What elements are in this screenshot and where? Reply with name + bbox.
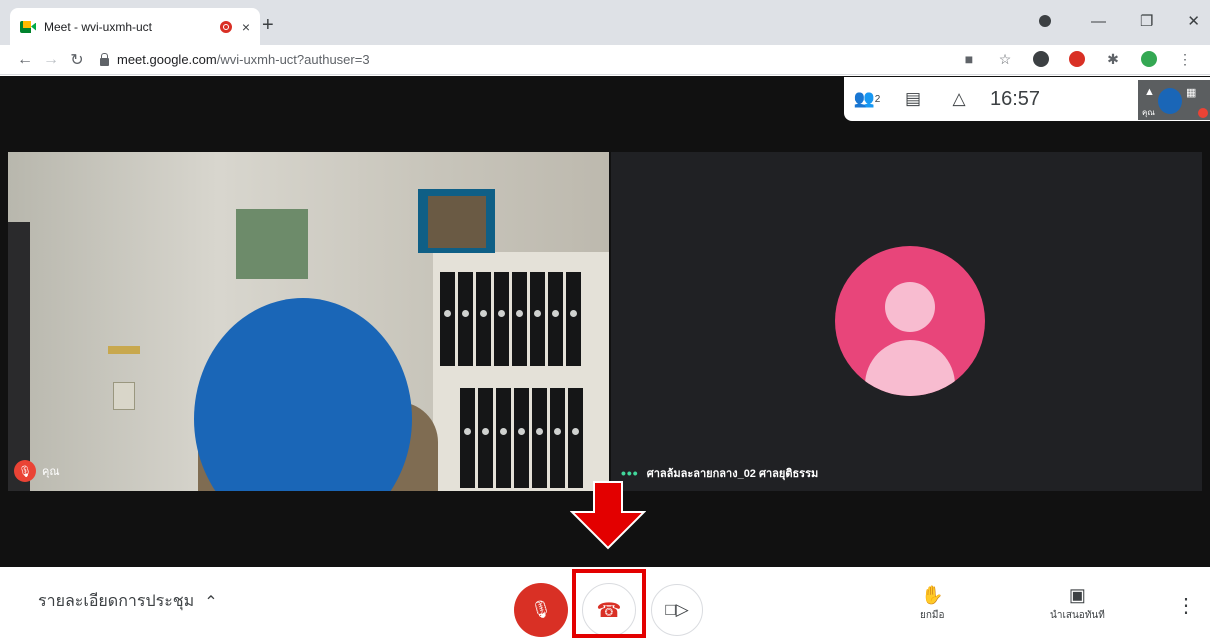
window-controls: — ❐ ✕	[1038, 12, 1200, 30]
remote-name: ศาลล้มละลายกลาง_02 ศาลยุติธรรม	[646, 468, 819, 480]
reload-icon[interactable]: ↻	[64, 50, 90, 70]
extension-icon[interactable]	[1030, 48, 1052, 70]
raise-hand-label: ยกมือ	[920, 610, 945, 621]
browser-toolbar: ← → ↻ meet.google.com/wvi-uxmh-uct?authu…	[0, 45, 1210, 75]
browser-menu-icon[interactable]: ⋮	[1174, 48, 1196, 70]
camera-toggle-button[interactable]: □▷	[651, 584, 703, 636]
restore-button[interactable]: ❐	[1140, 12, 1153, 30]
self-name: คุณ	[42, 466, 60, 478]
screen: Meet - wvi-uxmh-uct × + — ❐ ✕ ← → ↻ meet…	[0, 0, 1210, 638]
present-button[interactable]: ▣ นำเสนอทันที	[1050, 585, 1105, 623]
back-icon[interactable]: ←	[12, 51, 38, 69]
meeting-details-button[interactable]: รายละเอียดการประชุม ⌃	[38, 589, 218, 614]
remote-avatar	[835, 246, 985, 396]
chevron-up-icon: ⌃	[204, 593, 218, 611]
camera-icon: □▷	[665, 600, 689, 619]
people-icon[interactable]: 👥 2	[844, 77, 890, 121]
mic-off-icon: 🎙	[530, 600, 552, 619]
tab-title: Meet - wvi-uxmh-uct	[44, 19, 153, 34]
red-arrow-annotation	[570, 481, 646, 550]
new-tab-button[interactable]: +	[262, 14, 274, 37]
forward-icon[interactable]: →	[38, 51, 64, 69]
tab-close-button[interactable]: ×	[242, 19, 250, 35]
adblock-icon[interactable]	[1066, 48, 1088, 70]
profile-icon[interactable]	[1038, 15, 1051, 27]
camera-blocked-icon[interactable]: ■	[958, 48, 980, 70]
self-mic-off-icon	[1198, 108, 1208, 118]
minimize-button[interactable]: —	[1091, 13, 1106, 30]
profile-avatar-icon[interactable]	[1138, 48, 1160, 70]
self-thumbnail[interactable]: ▲ ▦ คุณ	[1138, 80, 1210, 120]
layout-icon[interactable]: ▦	[1186, 86, 1196, 99]
lock-icon[interactable]	[100, 52, 109, 66]
star-icon[interactable]: ☆	[994, 48, 1016, 70]
background-switch	[113, 382, 135, 410]
extensions-puzzle-icon[interactable]: ✱	[1102, 48, 1124, 70]
mic-off-icon: 🎙	[14, 460, 36, 482]
url-host: meet.google.com	[117, 52, 217, 67]
recording-icon	[219, 20, 232, 33]
close-window-button[interactable]: ✕	[1187, 12, 1200, 30]
background-door	[8, 222, 30, 491]
more-icon[interactable]: ⋮	[1176, 593, 1196, 618]
chat-icon[interactable]: ▤	[890, 77, 936, 121]
background-picture	[236, 209, 308, 279]
highlight-box	[572, 569, 646, 638]
video-tile-self[interactable]: 🎙 คุณ	[8, 152, 609, 491]
meeting-details-label: รายละเอียดการประชุม	[38, 593, 195, 610]
browser-tab[interactable]: Meet - wvi-uxmh-uct ×	[10, 8, 260, 45]
remote-name-tag: ••• ศาลล้มละลายกลาง_02 ศาลยุติธรรม	[621, 464, 818, 482]
pin-icon[interactable]: ▲	[1144, 86, 1155, 98]
speaking-dots-icon: •••	[621, 465, 639, 481]
present-label: นำเสนอทันที	[1050, 610, 1105, 621]
self-thumb-label: คุณ	[1142, 108, 1155, 117]
present-icon: ▣	[1068, 585, 1086, 605]
meet-favicon	[20, 20, 36, 33]
raise-hand-icon: ✋	[921, 585, 944, 605]
toolbar-actions: ■ ☆ ✱ ⋮	[958, 48, 1196, 70]
activities-icon[interactable]: △	[936, 77, 982, 121]
url-path: /wvi-uxmh-uct?authuser=3	[216, 52, 370, 67]
clock: 16:57	[990, 87, 1041, 110]
raise-hand-button[interactable]: ✋ ยกมือ	[920, 585, 945, 623]
address-bar[interactable]: meet.google.com/wvi-uxmh-uct?authuser=3	[100, 47, 370, 73]
browser-tabstrip: Meet - wvi-uxmh-uct × + — ❐ ✕	[0, 0, 1210, 45]
mic-toggle-button[interactable]: 🎙	[514, 583, 568, 637]
self-name-tag: 🎙 คุณ	[14, 460, 60, 482]
